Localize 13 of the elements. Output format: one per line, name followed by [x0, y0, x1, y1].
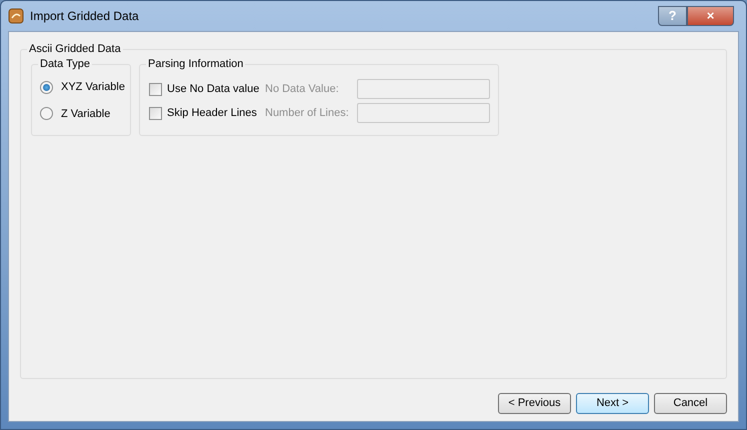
radio-label[interactable]: Z Variable — [61, 106, 110, 122]
next-button[interactable]: Next > — [576, 393, 649, 414]
app-icon — [8, 8, 24, 24]
radio-label[interactable]: XYZ Variable — [61, 79, 125, 96]
window-title: Import Gridded Data — [30, 8, 139, 25]
group-title: Data Type — [38, 57, 92, 71]
dialog-button[interactable]: Cancel — [654, 393, 727, 414]
radio-button[interactable] — [40, 107, 53, 120]
radio-button[interactable] — [40, 80, 53, 94]
field-label: No Data Value: — [265, 82, 340, 97]
dialog-button[interactable]: < Previous — [498, 393, 571, 414]
group-title: Parsing Information — [146, 57, 246, 71]
field-label: Number of Lines: — [265, 106, 350, 121]
